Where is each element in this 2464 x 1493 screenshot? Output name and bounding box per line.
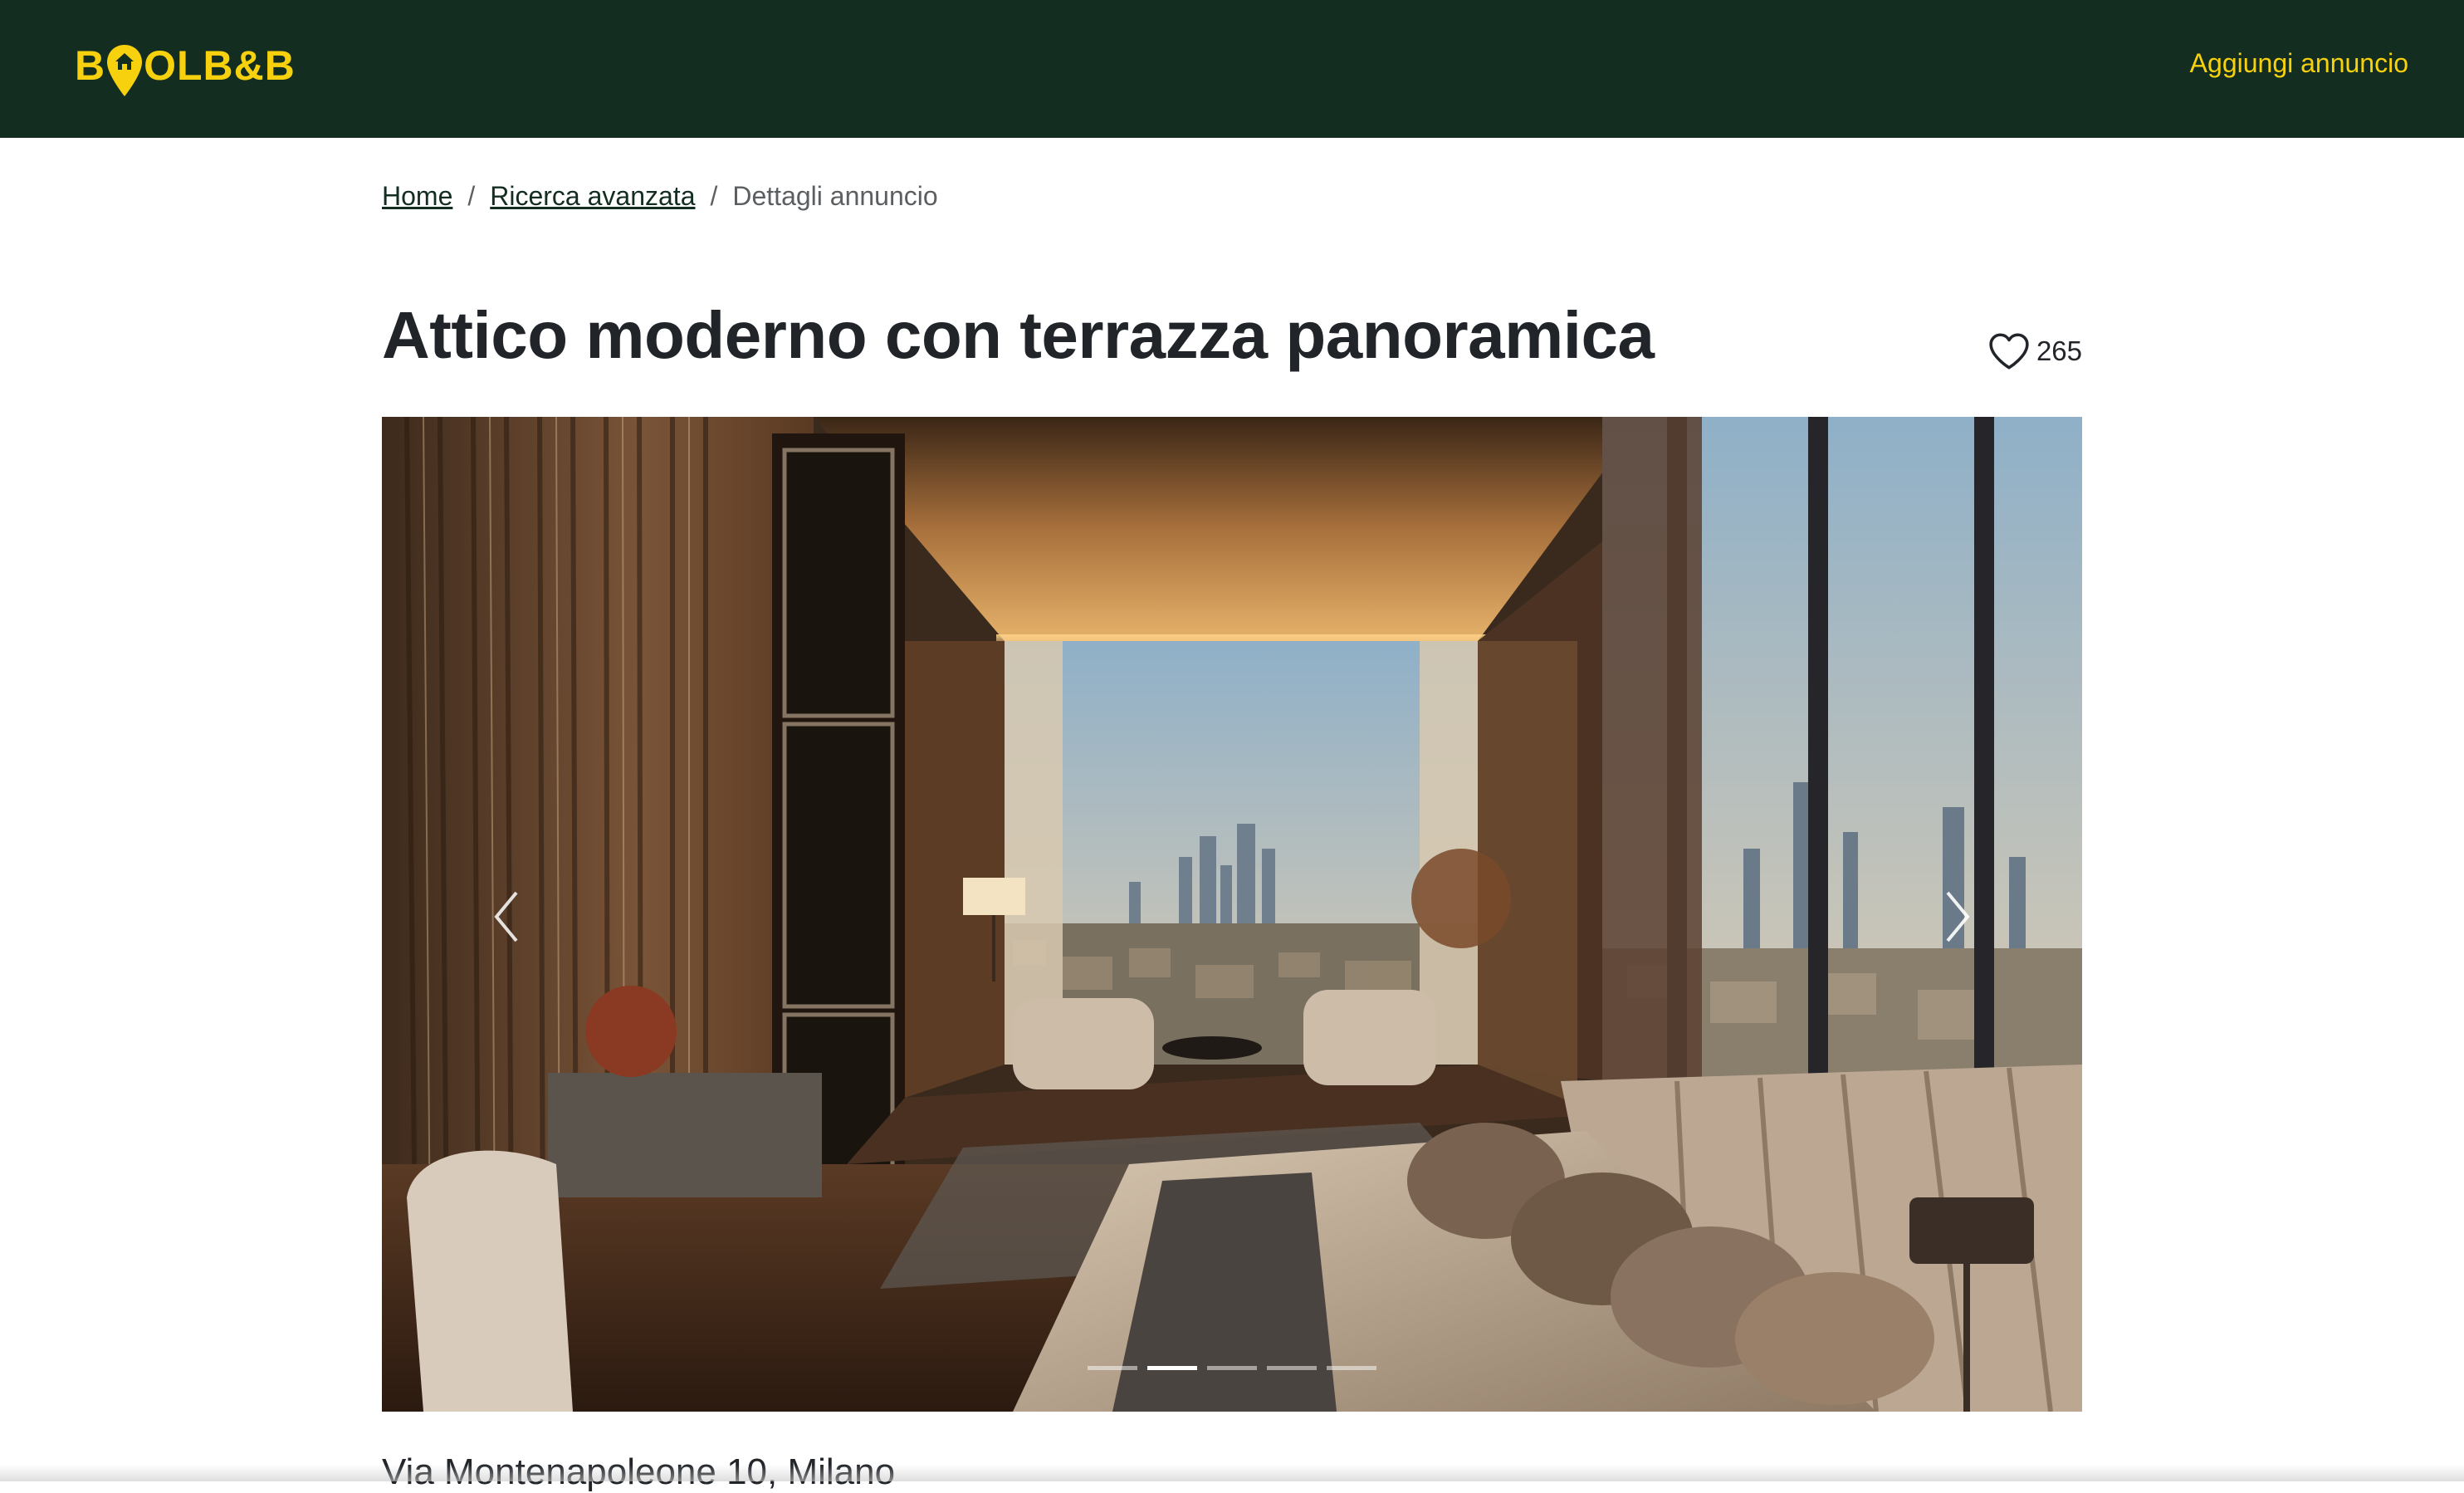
carousel-next-button[interactable] [1933, 884, 1982, 950]
image-carousel[interactable] [382, 417, 2082, 1412]
add-listing-link[interactable]: Aggiungi annuncio [2190, 48, 2408, 79]
listing-title: Attico moderno con terrazza panoramica [382, 297, 1654, 374]
breadcrumb-separator: / [710, 181, 717, 212]
carousel-indicator[interactable] [1088, 1366, 1137, 1370]
breadcrumb-search-link[interactable]: Ricerca avanzata [490, 181, 695, 212]
carousel-indicator[interactable] [1327, 1366, 1376, 1370]
logo-text-left: B [75, 42, 105, 90]
site-logo[interactable]: B OLB&B [75, 37, 296, 95]
page-bottom-shadow [0, 1465, 2464, 1481]
carousel-prev-button[interactable] [482, 884, 531, 950]
chevron-left-icon [490, 888, 523, 946]
breadcrumb-home-link[interactable]: Home [382, 181, 452, 212]
listing-photo [382, 417, 2082, 1412]
carousel-indicators [382, 1366, 2082, 1370]
like-button[interactable]: 265 [1988, 332, 2082, 370]
breadcrumb-separator: / [467, 181, 475, 212]
logo-text-right: OLB&B [144, 42, 296, 90]
heart-outline-icon [1988, 332, 2030, 370]
carousel-indicator-active[interactable] [1147, 1366, 1197, 1370]
navbar: B OLB&B Aggiungi annuncio [0, 0, 2464, 138]
location-pin-icon [107, 45, 142, 96]
likes-count: 265 [2036, 335, 2082, 367]
chevron-right-icon [1941, 888, 1974, 946]
carousel-indicator[interactable] [1267, 1366, 1317, 1370]
carousel-indicator[interactable] [1207, 1366, 1257, 1370]
breadcrumb-current: Dettagli annuncio [732, 181, 937, 212]
breadcrumb: Home / Ricerca avanzata / Dettagli annun… [382, 181, 938, 212]
